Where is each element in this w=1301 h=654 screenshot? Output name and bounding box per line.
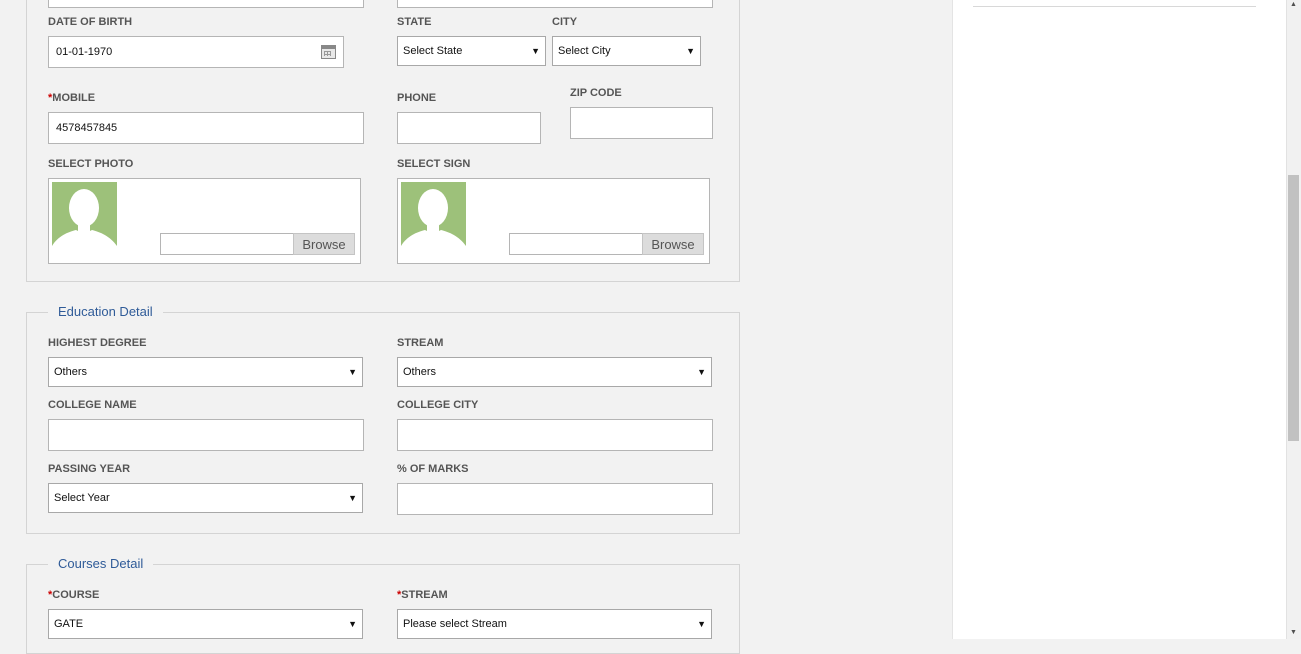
chevron-down-icon: ▼: [531, 46, 540, 56]
course-stream-label-text: STREAM: [401, 589, 448, 601]
dob-label: DATE OF BIRTH: [48, 16, 133, 28]
state-select[interactable]: Select State ▼: [397, 36, 546, 66]
passing-year-selected: Select Year: [54, 492, 110, 504]
education-legend: Education Detail: [48, 304, 163, 320]
mobile-input[interactable]: 4578457845: [48, 112, 364, 144]
stream-label: STREAM: [397, 337, 444, 349]
highest-degree-selected: Others: [54, 366, 88, 378]
mobile-label-text: MOBILE: [52, 92, 96, 104]
avatar-placeholder-icon: [401, 182, 466, 257]
sign-browse-button[interactable]: Browse: [642, 233, 704, 255]
calendar-icon[interactable]: [321, 45, 336, 59]
chevron-down-icon: ▼: [348, 367, 357, 377]
chevron-down-icon: ▼: [348, 619, 357, 629]
courses-legend: Courses Detail: [48, 556, 154, 572]
passing-year-label: PASSING YEAR: [48, 463, 131, 475]
course-select[interactable]: GATE ▼: [48, 609, 363, 639]
education-stream-selected: Others: [403, 366, 437, 378]
college-name-input[interactable]: [48, 419, 364, 451]
sign-label: SELECT SIGN: [397, 158, 471, 170]
phone-input[interactable]: [397, 112, 541, 144]
course-stream-select[interactable]: Please select Stream ▼: [397, 609, 712, 639]
field-above-state[interactable]: [397, 0, 713, 8]
state-label: STATE: [397, 16, 432, 28]
college-city-input[interactable]: [397, 419, 713, 451]
dob-value: 01-01-1970: [56, 46, 113, 58]
scroll-down-icon[interactable]: ▼: [1286, 628, 1301, 638]
course-label: *COURSE: [48, 589, 99, 602]
highest-degree-select[interactable]: Others ▼: [48, 357, 363, 387]
chevron-down-icon: ▼: [697, 619, 706, 629]
passing-year-select[interactable]: Select Year ▼: [48, 483, 363, 513]
course-selected: GATE: [54, 618, 84, 630]
sign-file-input[interactable]: [509, 233, 643, 255]
course-stream-label: *STREAM: [397, 589, 448, 602]
city-select[interactable]: Select City ▼: [552, 36, 701, 66]
chevron-down-icon: ▼: [348, 493, 357, 503]
city-selected: Select City: [558, 45, 611, 57]
photo-browse-button[interactable]: Browse: [293, 233, 355, 255]
sidebar-panel: [953, 0, 1286, 639]
highest-degree-label: HIGHEST DEGREE: [48, 337, 147, 349]
state-selected: Select State: [403, 45, 463, 57]
course-stream-selected: Please select Stream: [403, 618, 507, 630]
dob-input[interactable]: 01-01-1970: [48, 36, 344, 68]
sidebar-divider: [973, 6, 1256, 7]
college-city-label: COLLEGE CITY: [397, 399, 479, 411]
photo-label: SELECT PHOTO: [48, 158, 134, 170]
college-name-label: COLLEGE NAME: [48, 399, 137, 411]
chevron-down-icon: ▼: [697, 367, 706, 377]
marks-label: % OF MARKS: [397, 463, 469, 475]
field-above-dob[interactable]: [48, 0, 364, 8]
mobile-value: 4578457845: [56, 122, 118, 134]
scroll-up-icon[interactable]: ▲: [1286, 0, 1301, 10]
course-label-text: COURSE: [52, 589, 100, 601]
phone-label: PHONE: [397, 92, 437, 104]
photo-file-input[interactable]: [160, 233, 294, 255]
mobile-label: *MOBILE: [48, 92, 95, 105]
marks-input[interactable]: [397, 483, 713, 515]
scrollbar-thumb[interactable]: [1288, 175, 1299, 441]
zip-label: ZIP CODE: [570, 87, 622, 99]
chevron-down-icon: ▼: [686, 46, 695, 56]
education-stream-select[interactable]: Others ▼: [397, 357, 712, 387]
city-label: CITY: [552, 16, 578, 28]
zip-input[interactable]: [570, 107, 713, 139]
avatar-placeholder-icon: [52, 182, 117, 257]
